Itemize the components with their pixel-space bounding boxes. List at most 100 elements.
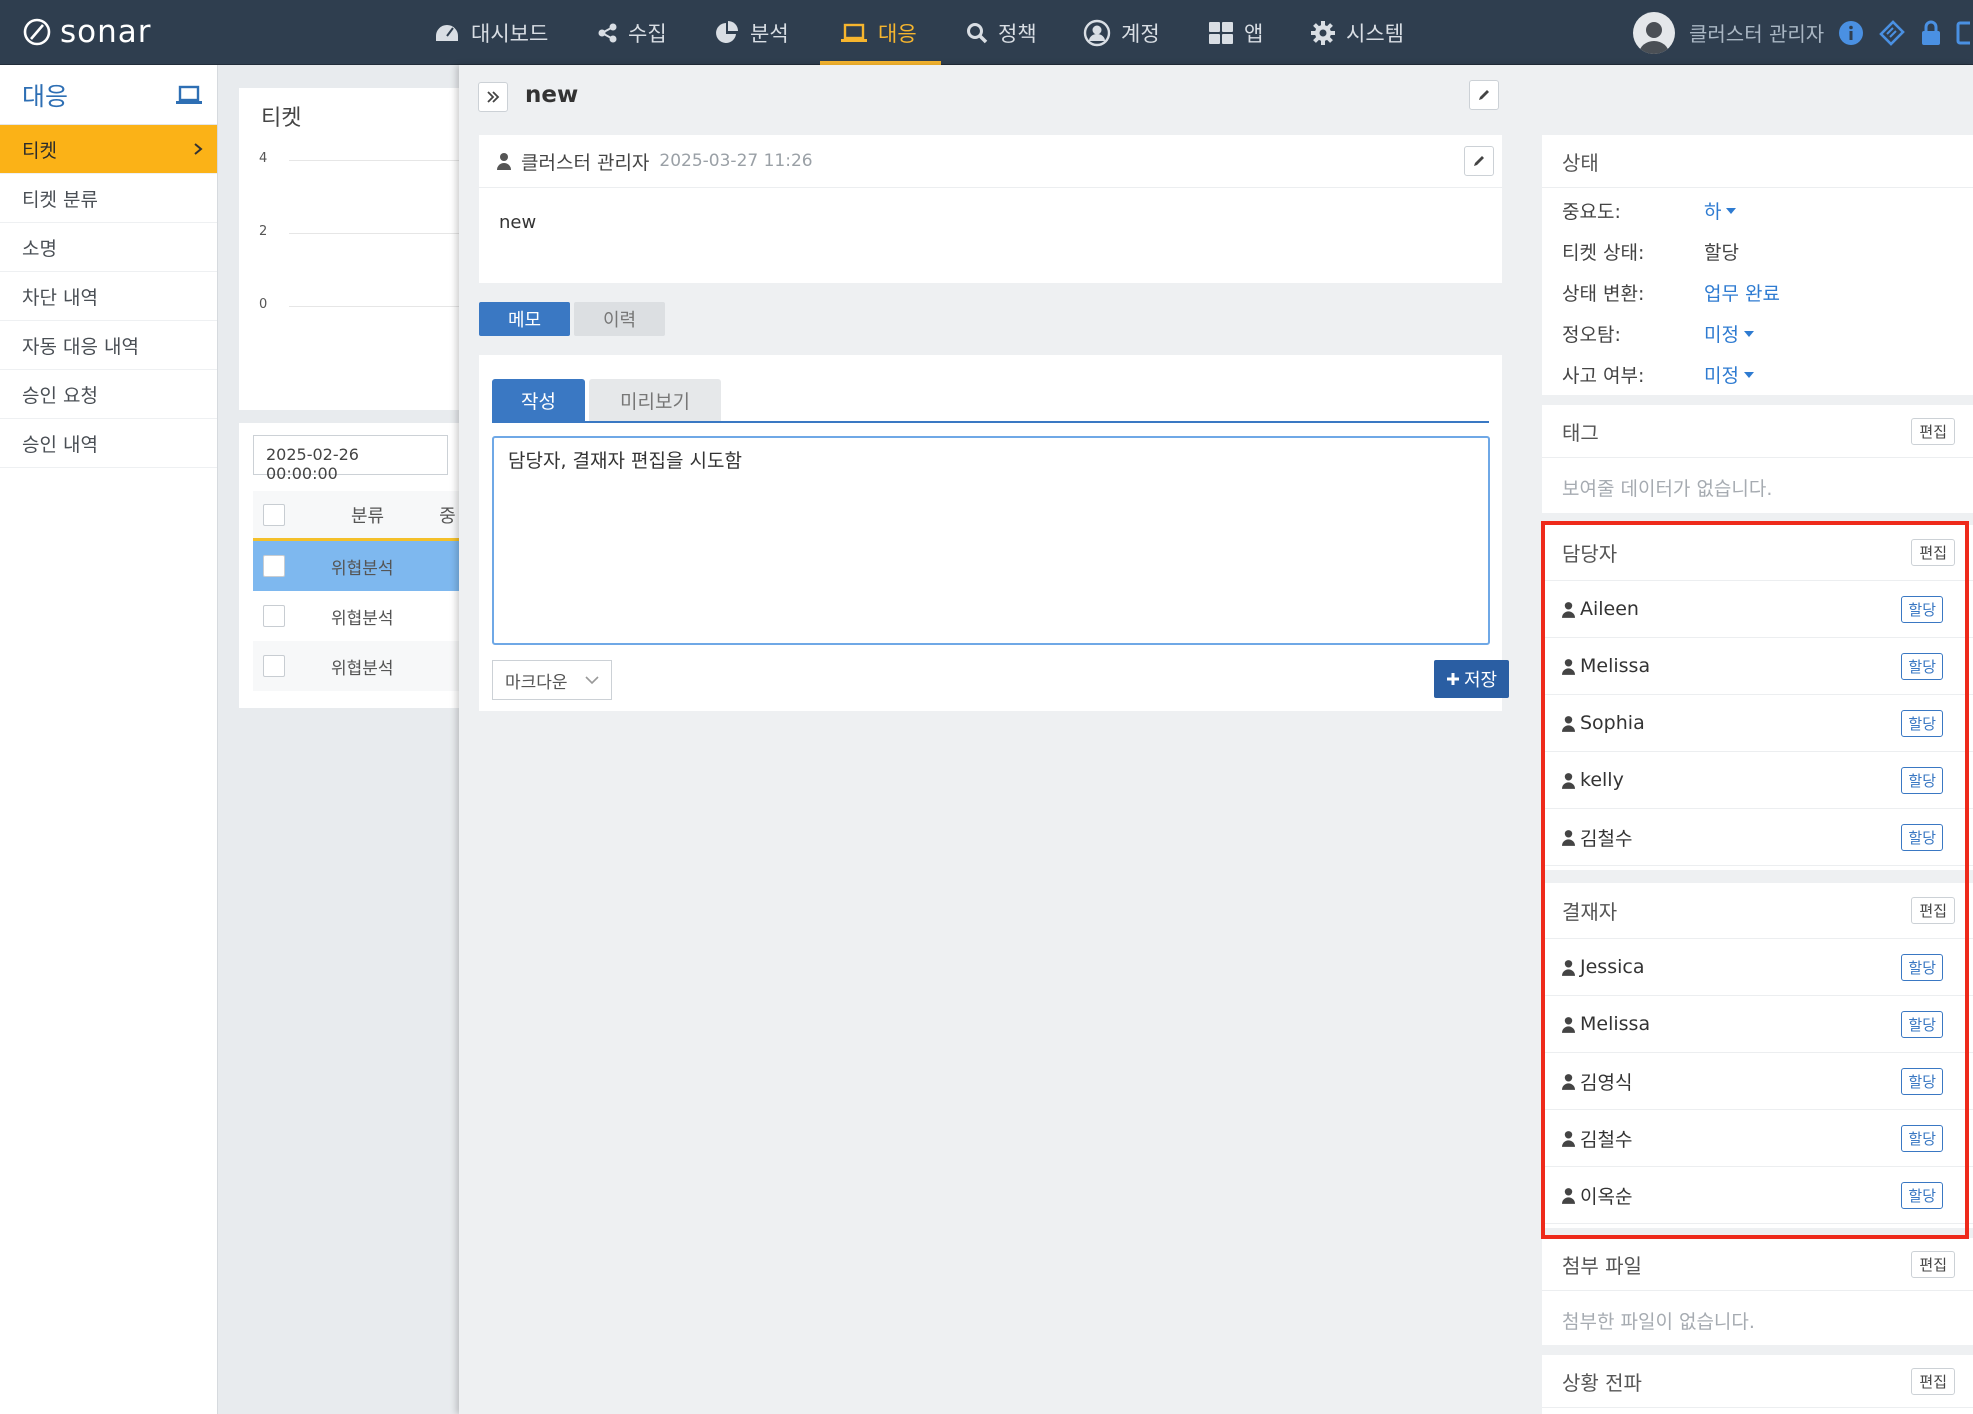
sidebar-item-block-history[interactable]: 차단 내역 [0,272,217,321]
search-icon [967,22,988,43]
sidebar-item-explanation[interactable]: 소명 [0,223,217,272]
assign-button[interactable]: 할당 [1901,1181,1943,1209]
sidebar-item-label: 차단 내역 [22,286,98,309]
ticket-detail-panel: new 클러스터 관리자 2025-03-27 11:26 new 메모 이력 … [459,65,1973,1414]
assign-button[interactable]: 할당 [1901,823,1943,851]
incident-value: 미정 [1704,365,1739,387]
tab-memo[interactable]: 메모 [479,302,570,336]
attachment-edit-button[interactable]: 편집 [1911,1250,1955,1278]
assign-button[interactable]: 할당 [1901,595,1943,623]
status-card: 상태 중요도: 하 티켓 상태: 할당 상태 변환: 업무 완료 정오탐: 미정… [1542,135,1973,395]
status-change-link[interactable]: 업무 완료 [1704,279,1780,306]
table-row[interactable]: 위협분석 [253,591,469,641]
approver-name: 이옥순 [1580,1185,1633,1208]
approver-name: 김영식 [1580,1071,1633,1094]
col-partial-header[interactable]: 중 [439,502,456,528]
comment-author: 클러스터 관리자 [521,151,650,174]
ticket-button[interactable] [1878,19,1906,47]
comment-header: 클러스터 관리자 2025-03-27 11:26 [479,135,1502,188]
lock-icon [1922,20,1941,45]
expand-button[interactable] [478,82,508,112]
table-header: 분류 중 [253,491,469,541]
assign-button[interactable]: 할당 [1901,1010,1943,1038]
info-button[interactable] [1838,20,1864,46]
approver-scrollbar[interactable] [1966,953,1969,1223]
sidebar-item-auto-response[interactable]: 자동 대응 내역 [0,321,217,370]
approver-edit-button[interactable]: 편집 [1911,897,1955,924]
nav-system[interactable]: 시스템 [1310,0,1404,65]
incident-row: 사고 여부: 미정 [1542,354,1973,395]
assignee-name: Sophia [1580,712,1645,734]
assign-button[interactable]: 할당 [1901,1067,1943,1095]
lock-button[interactable] [1920,20,1942,46]
approver-name: Melissa [1580,1013,1651,1035]
sidebar-item-ticket-category[interactable]: 티켓 분류 [0,174,217,223]
row-checkbox[interactable] [263,555,285,577]
assignee-scrollbar[interactable] [1966,595,1969,865]
chevron-down-icon [585,675,599,684]
row-category: 위협분석 [331,558,394,579]
nav-analysis[interactable]: 분석 [714,0,789,65]
save-button[interactable]: 저장 [1434,660,1509,698]
assign-button[interactable]: 할당 [1901,652,1943,680]
memo-editor-card: 작성 미리보기 담당자, 결재자 편집을 시도함 마크다운 저장 [479,355,1509,711]
col-category-header[interactable]: 분류 [351,502,384,528]
user-icon [1562,715,1575,732]
date-from-input[interactable]: 2025-02-26 00:00:00 [253,435,448,483]
incident-dropdown[interactable]: 미정 [1704,361,1755,388]
top-navbar: sonar 대시보드 수집 분석 대응 정책 계정 앱 시스템 클러스터 관리자 [0,0,1973,65]
comment-date: 2025-03-27 11:26 [659,151,813,171]
edit-comment-button[interactable] [1464,146,1494,176]
assign-button[interactable]: 할당 [1901,766,1943,794]
assign-button[interactable]: 할당 [1901,1124,1943,1152]
false-positive-dropdown[interactable]: 미정 [1704,320,1755,347]
logo-text: sonar [60,14,152,50]
pie-chart-icon [716,20,738,43]
window-button[interactable] [1956,20,1971,46]
assignee-edit-button[interactable]: 편집 [1911,539,1955,566]
user-circle-icon [1083,19,1111,46]
approver-row: Jessica 할당 [1542,939,1973,996]
table-row[interactable]: 위협분석 [253,541,469,591]
grid-line [289,233,469,234]
chevron-right-icon [194,143,203,155]
nav-policy[interactable]: 정책 [966,0,1037,65]
user-icon [1562,959,1575,976]
nav-dashboard[interactable]: 대시보드 [433,0,548,65]
row-checkbox[interactable] [263,655,285,677]
user-icon [1562,601,1575,618]
sonar-logo[interactable]: sonar [22,14,152,50]
format-select[interactable]: 마크다운 [492,660,612,700]
tab-preview[interactable]: 미리보기 [589,379,721,421]
assignee-card-title: 담당자 [1562,542,1618,566]
propagation-edit-button[interactable]: 편집 [1911,1367,1955,1395]
memo-textarea[interactable]: 담당자, 결재자 편집을 시도함 [492,436,1490,645]
assignee-card: 담당자 편집 Aileen 할당 Melissa 할당 Sophia 할당 ke… [1542,525,1973,870]
nav-app[interactable]: 앱 [1208,0,1263,65]
sidebar-item-approval-history[interactable]: 승인 내역 [0,419,217,468]
tag-edit-button[interactable]: 편집 [1911,417,1955,445]
nav-label: 정책 [998,21,1037,46]
plus-icon [1446,673,1459,685]
sidebar-item-approval-request[interactable]: 승인 요청 [0,370,217,419]
assign-button[interactable]: 할당 [1901,709,1943,737]
nav-collect[interactable]: 수집 [598,0,667,65]
tab-write[interactable]: 작성 [492,379,585,421]
select-all-checkbox[interactable] [263,503,285,526]
edit-title-button[interactable] [1469,80,1499,110]
user-menu[interactable]: 클러스터 관리자 [1633,0,1971,65]
sidebar-item-label: 승인 내역 [22,433,98,456]
tab-underline [492,421,1489,423]
pencil-icon [1474,156,1484,166]
tab-history[interactable]: 이력 [574,302,665,336]
row-checkbox[interactable] [263,605,285,627]
assign-button[interactable]: 할당 [1901,953,1943,981]
nav-response[interactable]: 대응 [820,0,941,65]
nav-account[interactable]: 계정 [1083,0,1160,65]
sidebar-item-ticket[interactable]: 티켓 [0,125,217,174]
pencil-icon [1479,90,1489,100]
avatar [1633,11,1675,54]
table-row[interactable]: 위협분석 [253,641,469,691]
sonar-logo-icon [23,18,51,46]
importance-dropdown[interactable]: 하 [1704,197,1737,224]
